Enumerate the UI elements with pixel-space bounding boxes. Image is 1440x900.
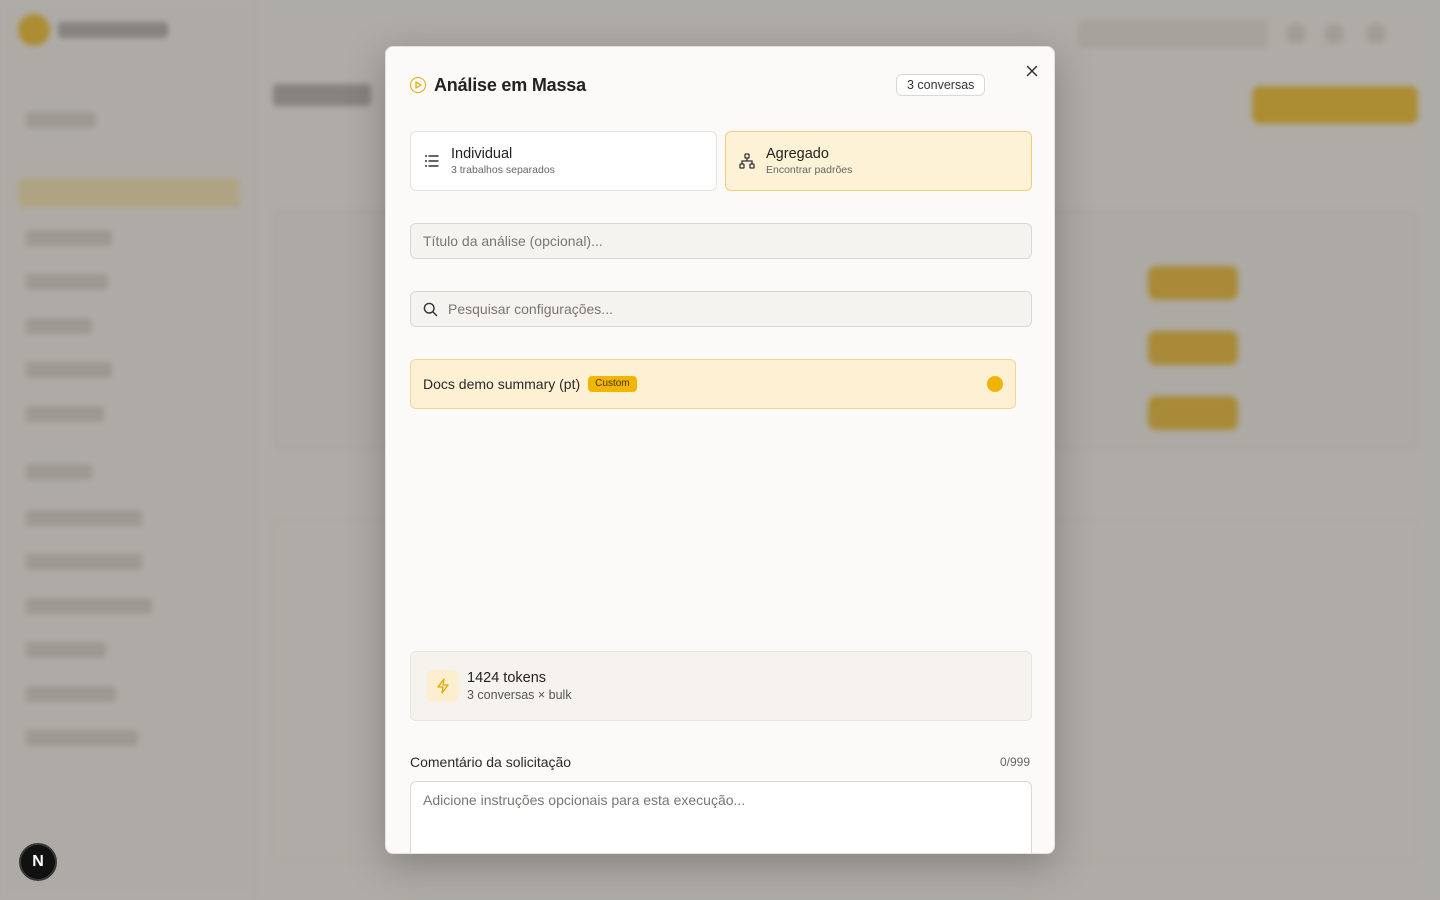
custom-tag: Custom xyxy=(588,376,637,392)
mode-individual[interactable]: Individual 3 trabalhos separados xyxy=(410,131,717,191)
config-item[interactable]: Docs demo summary (pt) Custom xyxy=(410,359,1016,409)
network-icon xyxy=(738,152,756,170)
token-count: 1424 tokens xyxy=(467,670,547,686)
comment-label: Comentário da solicitação xyxy=(410,754,572,770)
conversation-count-badge: 3 conversas xyxy=(896,74,986,96)
mode-aggregate-sub: Encontrar padrões xyxy=(766,164,853,176)
lightning-icon xyxy=(427,670,459,702)
list-icon xyxy=(423,152,441,170)
comment-placeholder: Adicione instruções opcionais para esta … xyxy=(423,792,746,808)
mode-aggregate[interactable]: Agregado Encontrar padrões xyxy=(725,131,1032,191)
analysis-mode-selector: Individual 3 trabalhos separados Agregad… xyxy=(410,131,1032,191)
analysis-title-input[interactable]: Título da análise (opcional)... xyxy=(410,223,1032,259)
token-detail: 3 conversas × bulk xyxy=(467,688,572,702)
play-circle-icon xyxy=(410,77,426,93)
selected-indicator xyxy=(987,376,1003,392)
modal-title: Análise em Massa xyxy=(434,74,586,95)
dev-tools-badge[interactable]: N xyxy=(19,843,57,881)
search-icon xyxy=(423,301,439,317)
config-search-input[interactable]: Pesquisar configurações... xyxy=(410,291,1032,327)
comment-counter: 0/999 xyxy=(999,755,1030,769)
close-button[interactable] xyxy=(1022,61,1042,81)
mode-aggregate-label: Agregado xyxy=(766,146,829,162)
mode-individual-label: Individual xyxy=(451,146,513,162)
mode-individual-sub: 3 trabalhos separados xyxy=(451,164,555,176)
config-name: Docs demo summary (pt) xyxy=(423,376,581,392)
analysis-title-placeholder: Título da análise (opcional)... xyxy=(423,233,603,249)
token-estimate: 1424 tokens 3 conversas × bulk xyxy=(410,651,1032,721)
comment-textarea[interactable]: Adicione instruções opcionais para esta … xyxy=(410,781,1032,853)
bulk-analysis-modal: Análise em Massa 3 conversas Individual … xyxy=(385,46,1055,854)
close-icon xyxy=(1026,65,1038,77)
modal-header: Análise em Massa 3 conversas xyxy=(410,73,1030,97)
config-search-placeholder: Pesquisar configurações... xyxy=(448,301,613,317)
